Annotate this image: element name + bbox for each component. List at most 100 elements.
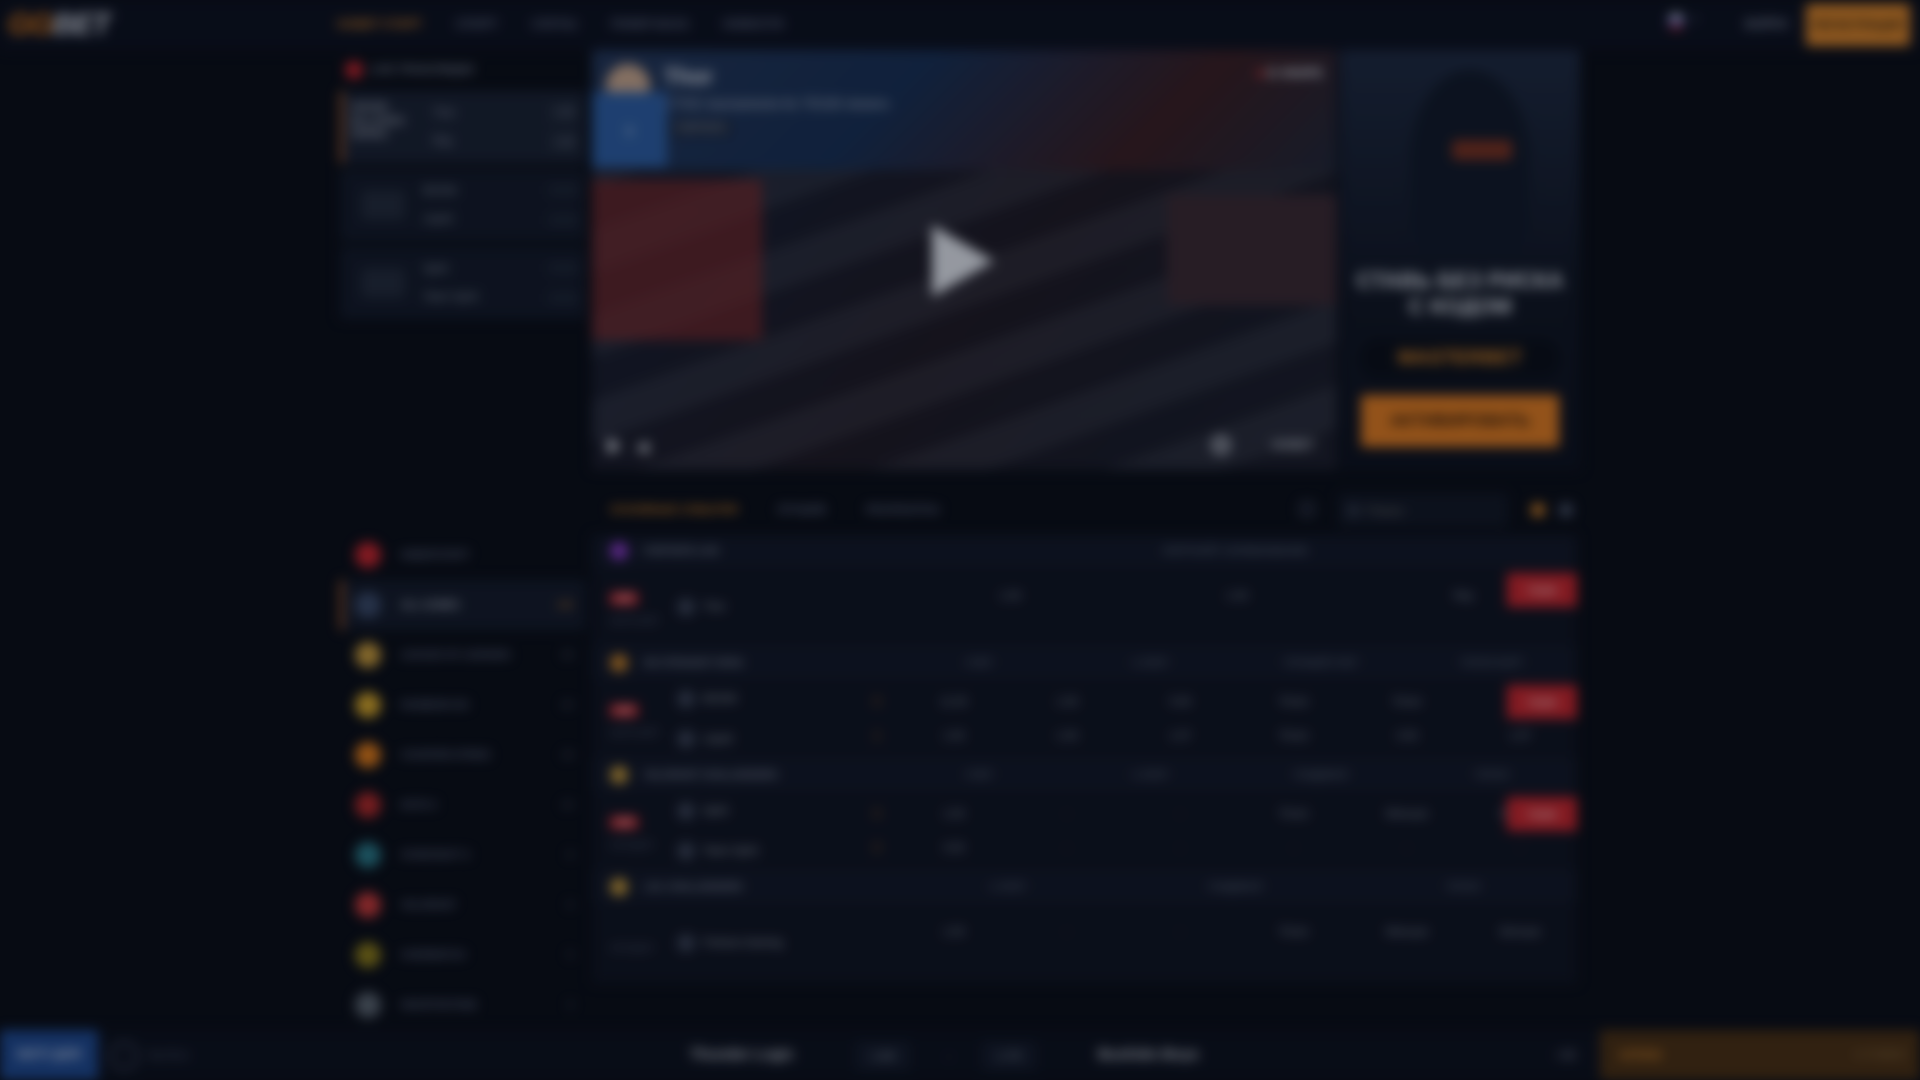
odd-button[interactable]: 1.00 <box>1124 590 1351 602</box>
tournament-header[interactable]: FORTNITE LIVE ФОРТНАЙТ СОРЕВНОВАНИЕ <box>592 535 1577 567</box>
search-box[interactable] <box>1338 493 1508 527</box>
odd-button[interactable]: - <box>1124 926 1237 938</box>
tab-main-events[interactable]: ОСНОВНЫЕ СОБЫТИЯ <box>610 504 737 516</box>
odd-button[interactable]: - <box>1124 842 1237 854</box>
odd-button[interactable]: 1.00 <box>897 590 1124 602</box>
watch-stream-button[interactable]: Стрим <box>1507 573 1577 607</box>
nav-item-start[interactable]: GGBET СТАРТ <box>337 17 422 31</box>
odd-button[interactable]: Меньше <box>1350 926 1463 938</box>
stream-card[interactable]: GRAND BILLIARDS SERIES Thor Ray 1.00 1.0… <box>340 91 585 163</box>
odd-button[interactable]: - <box>1010 808 1123 820</box>
search-input[interactable] <box>1367 502 1487 518</box>
tournament-header[interactable]: LOL CHALLENGERS 1 СЛОТ ГАНДИКАП ТОТАЛ <box>592 871 1577 903</box>
tournament-header[interactable]: VALORANT CHALLENGERS СЧЕТ 1 СЛОТ ГАНДИКАП ТО… <box>592 759 1577 791</box>
login-button[interactable]: ВОЙТИ <box>1745 17 1787 31</box>
tournament-header[interactable]: NO STRAIGHT SPAN СЧЕТ 1 СЛОТ ТОЧНЫЙ СЧЕТ ТОТ… <box>592 647 1577 679</box>
event-row[interactable]: LIVE Фортнайт BOOM Liquid 0 1 11.00 1.00 1.00 1.0… <box>592 679 1577 759</box>
filter-icon[interactable] <box>1300 502 1314 516</box>
odd-button[interactable] <box>549 185 579 195</box>
sidebar-item-sport[interactable]: Dota 2 16 <box>340 780 585 830</box>
register-button[interactable]: РЕГИСТРАЦИЯ <box>1806 4 1910 46</box>
odd-button[interactable]: 1.00 <box>1010 730 1123 742</box>
odd-button[interactable] <box>549 293 579 303</box>
list-view-icon[interactable] <box>1560 504 1572 516</box>
sidebar-item-sport[interactable]: Киберспорт <box>340 530 585 580</box>
odd-home-button[interactable]: 1.64 <box>856 1042 910 1070</box>
odd-button[interactable] <box>549 263 579 273</box>
odd-button[interactable]: - <box>1237 842 1350 854</box>
language-flag-icon[interactable] <box>1668 14 1684 30</box>
sidebar-item-sport[interactable]: Counter-Strike 18 <box>340 730 585 780</box>
stream-card[interactable]: BOOM Liquid <box>340 169 585 241</box>
sidebar-item-sport[interactable]: Rainbow Six 20 <box>340 680 585 730</box>
top-header: GGBET GGBET СТАРТ СПОРТ СЛОТЫ ПОКЕР-БАЗА… <box>0 0 1920 50</box>
nav-item-slots[interactable]: СЛОТЫ <box>532 17 577 31</box>
odd-button[interactable]: 1.00 <box>549 101 579 123</box>
odd-button[interactable]: 5.00 <box>1124 696 1237 708</box>
watch-stream-button[interactable]: Стрим <box>1507 797 1577 831</box>
promo-banner[interactable]: СТАВЬ БЕЗ РИСКА С КОДОМ MASTERBET АКТИВИ… <box>1340 50 1580 470</box>
sidebar-item-sport[interactable]: Valorant 6 <box>340 880 585 930</box>
odd-button[interactable]: Тотал <box>1237 696 1350 708</box>
odd-button[interactable]: - <box>1350 842 1463 854</box>
odd-button[interactable]: 1.00 <box>549 131 579 153</box>
coupon-button[interactable]: КУПОН 0 СТАВОК <box>1600 1030 1920 1080</box>
video-player[interactable]: Thor 5 TVS: tournaments for 75/100 viewe… <box>592 50 1337 470</box>
volume-icon[interactable]: ◀ <box>636 437 648 457</box>
odd-button[interactable]: Меньше <box>1350 808 1463 820</box>
activate-button[interactable]: АКТИВИРОВАТЬ <box>1361 395 1559 447</box>
odd-button[interactable]: 11.00 <box>897 696 1010 708</box>
odd-button[interactable]: 3.00 <box>897 842 1010 854</box>
tab-best[interactable]: ЛУЧШИЕ <box>777 504 826 516</box>
nav-item-sport[interactable]: СПОРТ <box>456 17 498 31</box>
odd-button[interactable]: 3.00 <box>1350 730 1463 742</box>
team-name: Thor <box>703 600 726 613</box>
events-list: FORTNITE LIVE ФОРТНАЙТ СОРЕВНОВАНИЕ LIVE Фо… <box>592 535 1577 983</box>
more-markets-count[interactable]: +38 <box>1555 1048 1575 1062</box>
column-header: СЧЕТ <box>965 769 993 781</box>
odd-button[interactable]: 1.07 <box>1464 730 1577 742</box>
odd-button[interactable]: - <box>1010 926 1123 938</box>
gear-icon[interactable] <box>1212 436 1230 454</box>
team: Thor <box>677 597 857 616</box>
sidebar-item-sport[interactable]: Overwatch 5 <box>340 930 585 980</box>
odd-button[interactable]: 1.00 <box>897 808 1010 820</box>
odd-button[interactable]: Тотал <box>1350 696 1463 708</box>
event-time: Фортнайт <box>610 615 660 626</box>
play-control-icon[interactable] <box>608 438 621 454</box>
sidebar-item-sport[interactable]: Hearthstone 3 <box>340 980 585 1030</box>
sidebar-item-sport[interactable]: League of Legends 30 <box>340 630 585 680</box>
tab-results[interactable]: РЕЗУЛЬТАТЫ <box>866 504 939 516</box>
odd-button[interactable]: Тотал <box>1237 730 1350 742</box>
play-icon[interactable] <box>932 225 994 297</box>
odd-button[interactable]: 1.07 <box>1124 730 1237 742</box>
odd-button[interactable]: - <box>1010 842 1123 854</box>
chevron-down-icon[interactable]: ▾ <box>1692 14 1697 25</box>
nav-item-poker[interactable]: ПОКЕР-БАЗА <box>611 17 689 31</box>
odd-button[interactable]: 1.00 <box>1010 696 1123 708</box>
stream-team-2: Ray <box>433 135 453 147</box>
stream-card[interactable]: Spirit Team Spirit <box>340 247 585 319</box>
odd-button[interactable]: Тотал <box>1237 808 1350 820</box>
match-of-the-day[interactable]: МАТЧ ДНЯ <box>0 1030 98 1080</box>
odd-button[interactable] <box>549 215 579 225</box>
sidebar-item-sport[interactable]: StarCraft 2 8 <box>340 830 585 880</box>
promo-code[interactable]: MASTERBET <box>1360 338 1560 378</box>
event-row[interactable]: LIVE Фортнайт Thor 1.00 1.00 Ray Стрим <box>592 567 1577 647</box>
event-row[interactable]: LIVE Сегодня Spirit Team Spirit 0 0 1.00 3.00- -… <box>592 791 1577 871</box>
chevron-right-icon[interactable]: › <box>592 92 667 167</box>
odd-button[interactable]: - <box>1124 808 1237 820</box>
odd-button[interactable]: Больше <box>1464 926 1577 938</box>
ggbet-logo[interactable]: GGBET <box>8 8 111 42</box>
watch-stream-button[interactable]: Стрим <box>1507 685 1577 719</box>
odd-away-button[interactable]: 1.70 <box>982 1042 1036 1070</box>
sidebar-item-sport[interactable]: ALL GAMES 130 <box>340 580 585 630</box>
nav-item-news[interactable]: НОВОСТИ <box>723 17 783 31</box>
odd-button[interactable]: - <box>1464 842 1577 854</box>
odd-button[interactable]: 1.00 <box>897 926 1010 938</box>
odd-button[interactable]: Тотал <box>1237 926 1350 938</box>
odd-button[interactable]: 1.00 <box>897 730 1010 742</box>
event-row[interactable]: Сегодня Fortune Gaming 1.00- - Тотал Меньше Бо… <box>592 903 1577 983</box>
tournament-title: VALORANT CHALLENGERS <box>644 769 778 781</box>
grid-view-icon[interactable] <box>1532 504 1544 516</box>
